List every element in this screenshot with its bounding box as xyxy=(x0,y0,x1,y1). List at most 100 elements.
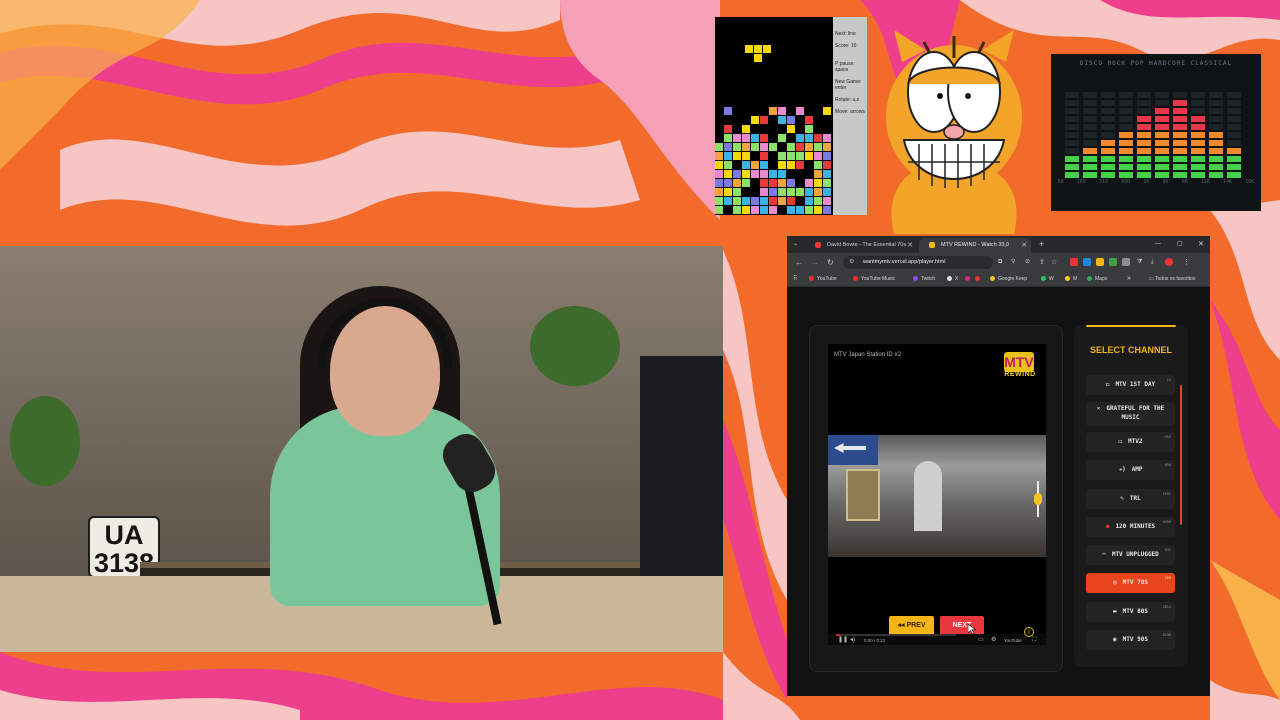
equalizer-cell xyxy=(1119,132,1133,138)
record-dot-icon: ● xyxy=(1105,523,1110,530)
forward-icon[interactable]: → xyxy=(811,256,819,269)
maximize-button[interactable]: ▢ xyxy=(1177,236,1183,253)
channel-label: MTV 1ST DAY xyxy=(1115,381,1156,388)
channel-mtv-1st-day[interactable]: ◻ MTV 1ST DAY 11 xyxy=(1086,375,1175,395)
extension-icon[interactable] xyxy=(1122,258,1130,266)
tetris-block xyxy=(823,134,831,142)
extension-icon[interactable] xyxy=(1070,258,1078,266)
equalizer-cell xyxy=(1173,116,1187,122)
channel-mtv-unplugged[interactable]: ⌒ MTV UNPLUGGED 537 xyxy=(1086,545,1175,565)
tetris-block xyxy=(787,152,795,160)
equalizer-cell xyxy=(1155,132,1169,138)
zoom-icon[interactable]: ⚲ xyxy=(1011,256,1015,269)
all-bookmarks-folder[interactable]: ▭ Todos os favoritos xyxy=(1149,272,1195,286)
bookmark-google-keep[interactable]: Google Keep xyxy=(990,272,1027,286)
new-tab-button[interactable]: + xyxy=(1039,236,1044,253)
video-screen[interactable]: MTV Japan Station ID #2 MTV REWIND ◂◂ PR… xyxy=(828,344,1046,645)
youtube-logo[interactable]: YouTube xyxy=(1004,636,1022,645)
equalizer-cell xyxy=(1191,108,1205,114)
info-button[interactable]: i xyxy=(1024,627,1034,637)
channel-amp[interactable]: ◂) AMP 694 xyxy=(1086,460,1175,480)
equalizer-cell xyxy=(1083,164,1097,170)
equalizer-cell xyxy=(1119,108,1133,114)
tetris-block xyxy=(760,170,768,178)
close-tab-icon[interactable]: ✕ xyxy=(907,238,913,253)
instagram-icon[interactable] xyxy=(965,272,973,286)
close-window-button[interactable]: ✕ xyxy=(1198,236,1204,253)
reload-icon[interactable]: ↻ xyxy=(827,256,834,269)
install-app-icon[interactable]: ⧉ xyxy=(998,256,1002,269)
tetris-block xyxy=(778,170,786,178)
tetris-block xyxy=(733,143,741,151)
tetris-block xyxy=(805,116,813,124)
equalizer-cell xyxy=(1173,156,1187,162)
channel-mtv2[interactable]: ◻ MTV2 453 xyxy=(1086,432,1175,452)
tetris-game: Next: line Score: 10 P:pause: space New … xyxy=(715,17,867,215)
settings-gear-icon[interactable]: ⚙ xyxy=(991,636,996,645)
extension-icon[interactable] xyxy=(1096,258,1104,266)
tetris-block xyxy=(751,197,759,205)
channel-label: MTV UNPLUGGED xyxy=(1111,551,1159,558)
tab-david-bowie[interactable]: David Bowie - The Essential 70s ✕ xyxy=(805,238,917,253)
extension-hide-icon[interactable]: ⊘ xyxy=(1025,256,1030,269)
apps-grid-icon[interactable]: ⠿ xyxy=(793,272,797,286)
channel-scrollbar[interactable] xyxy=(1180,385,1182,525)
tetris-block xyxy=(724,143,732,151)
bookmark-w[interactable]: W xyxy=(1041,272,1054,286)
fullscreen-icon[interactable]: ⛶ xyxy=(1032,636,1036,645)
channel-mtv-80s[interactable]: ▬ MTV 80S 2811 xyxy=(1086,602,1175,622)
extension-icon[interactable] xyxy=(1109,258,1117,266)
equalizer-cell xyxy=(1227,164,1241,170)
channel-mtv-90s[interactable]: ◉ MTV 90S 5230 xyxy=(1086,630,1175,650)
channel-mtv-70s[interactable]: ◎ MTV 70S 269 xyxy=(1086,573,1175,593)
tetris-block xyxy=(787,197,795,205)
volume-slider[interactable] xyxy=(1033,475,1043,521)
minimize-button[interactable]: — xyxy=(1155,236,1161,253)
mouse-cursor-icon xyxy=(968,624,976,634)
bookmark-x[interactable]: X xyxy=(947,272,958,286)
equalizer-cell xyxy=(1065,172,1079,178)
tab-search-icon[interactable]: ⌄ xyxy=(793,236,798,253)
volume-icon[interactable]: ◂) xyxy=(850,636,855,645)
tetris-block xyxy=(814,170,822,178)
channel-120-minutes[interactable]: ● 120 MINUTES 4956 xyxy=(1086,517,1175,537)
equalizer-cell xyxy=(1191,92,1205,98)
bookmark-youtube-music[interactable]: YouTube Music xyxy=(853,272,895,286)
extension-icon[interactable] xyxy=(1083,258,1091,266)
rewind-logo-text: REWIND xyxy=(1004,371,1036,378)
bookmark-star-icon[interactable]: ☆ xyxy=(1051,256,1057,269)
extensions-puzzle-icon[interactable]: ⧩ xyxy=(1137,256,1142,269)
twitch-icon xyxy=(913,276,918,282)
captions-icon[interactable]: ▭ xyxy=(978,636,984,645)
equalizer-cell xyxy=(1083,148,1097,154)
equalizer-cell xyxy=(1119,156,1133,162)
downloads-icon[interactable]: ⤓ xyxy=(1151,256,1154,269)
url-input[interactable]: wantmymtv.vercel.app/player.html xyxy=(843,256,993,269)
channel-label: MTV 80S xyxy=(1122,608,1148,615)
equalizer-cell xyxy=(1227,132,1241,138)
bookmark-youtube[interactable]: YouTube xyxy=(809,272,837,286)
pause-icon[interactable]: ❚❚ xyxy=(838,636,848,645)
tetris-block xyxy=(760,116,768,124)
tetris-info-line: Next: line xyxy=(835,31,856,37)
prev-button[interactable]: ◂◂ PREV xyxy=(889,616,934,635)
bookmark-m[interactable]: M xyxy=(1065,272,1077,286)
tetris-block xyxy=(769,170,777,178)
volume-knob[interactable] xyxy=(1034,493,1042,505)
channel-grateful-for-the-music[interactable]: ✕ GRATEFUL FOR THE MUSIC xyxy=(1086,402,1175,426)
profile-avatar[interactable] xyxy=(1165,258,1173,266)
equalizer-cell xyxy=(1065,140,1079,146)
channel-count: 269 xyxy=(1164,576,1171,580)
menu-icon[interactable]: ⋮ xyxy=(1183,256,1190,269)
share-icon[interactable]: ⇪ xyxy=(1039,256,1045,269)
next-button[interactable]: NEXT xyxy=(940,616,984,635)
back-icon[interactable]: ← xyxy=(795,256,803,269)
tab-mtv-rewind[interactable]: MTV REWIND - Watch 33,0 ✕ xyxy=(919,238,1031,253)
close-tab-icon[interactable]: ✕ xyxy=(1021,238,1027,253)
tetris-block xyxy=(814,161,822,169)
bookmark-twitch[interactable]: Twitch xyxy=(913,272,935,286)
bookmark-maps[interactable]: Maps xyxy=(1087,272,1107,286)
more-bookmarks-button[interactable]: » xyxy=(1127,272,1131,286)
bookmark-extra-icon[interactable] xyxy=(975,272,983,286)
channel-trl[interactable]: ✎ TRL 1697 xyxy=(1086,489,1175,509)
